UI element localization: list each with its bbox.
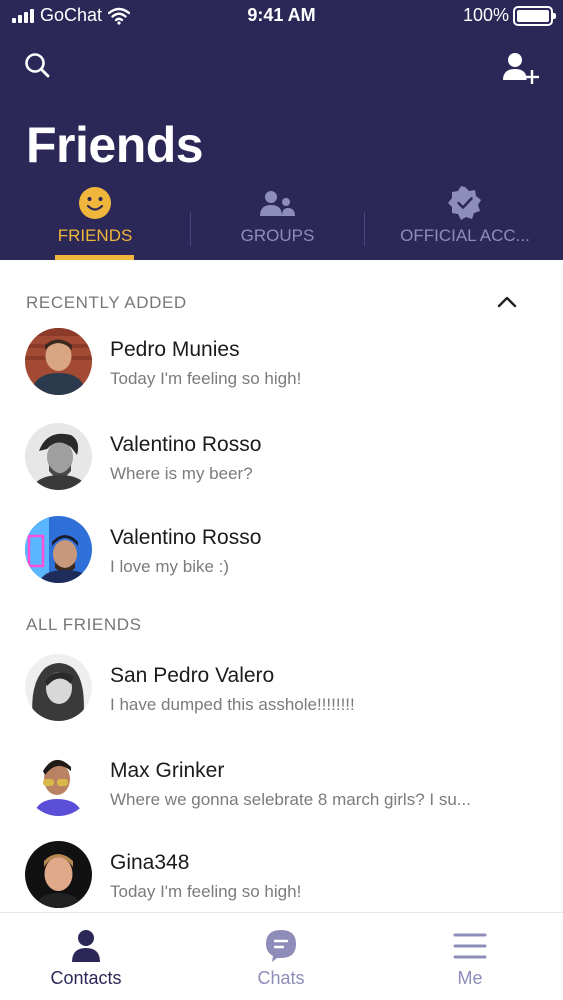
tab-divider <box>364 212 365 246</box>
collapse-section-button[interactable] <box>496 294 518 310</box>
avatar <box>25 841 92 908</box>
avatar <box>25 749 92 816</box>
chat-bubble-icon <box>266 930 296 962</box>
chevron-up-icon <box>497 296 517 308</box>
nav-me-label: Me <box>457 968 483 988</box>
tab-bar: FRIENDS GROUPS OFFICIAL ACC... <box>0 186 563 260</box>
wifi-icon <box>108 7 131 25</box>
tab-groups[interactable]: GROUPS <box>220 186 335 260</box>
section-header-all: ALL FRIENDS <box>26 615 142 634</box>
nav-contacts[interactable]: Contacts <box>16 913 156 1000</box>
contact-row[interactable]: Valentino Rosso I love my bike :) <box>0 506 563 596</box>
status-left: GoChat <box>12 5 131 26</box>
smiley-icon <box>79 187 111 219</box>
menu-icon <box>453 933 487 959</box>
contact-status: Where is my beer? <box>110 464 253 483</box>
section-header-recent: RECENTLY ADDED <box>26 293 187 312</box>
contact-status: I have dumped this asshole!!!!!!!! <box>110 695 355 714</box>
tab-friends[interactable]: FRIENDS <box>40 186 150 260</box>
contact-row[interactable]: Gina348 Today I'm feeling so high! <box>0 831 563 921</box>
add-friend-button[interactable] <box>501 50 541 86</box>
verified-badge-icon <box>448 186 481 220</box>
page-title: Friends <box>26 117 204 173</box>
avatar <box>25 423 92 490</box>
status-bar: GoChat 9:41 AM 100% <box>0 0 563 32</box>
nav-contacts-label: Contacts <box>50 968 122 988</box>
avatar <box>25 516 92 583</box>
add-person-icon <box>503 53 539 84</box>
group-icon <box>259 191 295 216</box>
contact-name: San Pedro Valero <box>110 664 275 687</box>
signal-icon <box>12 8 34 23</box>
nav-chats-label: Chats <box>257 968 305 988</box>
active-tab-indicator <box>55 255 134 260</box>
search-button[interactable] <box>22 50 54 82</box>
contact-status: Today I'm feeling so high! <box>110 369 302 388</box>
contact-row[interactable]: Pedro Munies Today I'm feeling so high! <box>0 318 563 408</box>
contact-row[interactable]: Valentino Rosso Where is my beer? <box>0 413 563 503</box>
contact-status: I love my bike :) <box>110 557 230 576</box>
contact-row[interactable]: Max Grinker Where we gonna selebrate 8 m… <box>0 739 563 829</box>
tab-groups-label: GROUPS <box>240 226 315 245</box>
person-icon <box>72 930 100 962</box>
status-right: 100% <box>462 5 556 26</box>
contact-name: Max Grinker <box>110 759 225 782</box>
nav-chats[interactable]: Chats <box>211 913 351 1000</box>
search-icon <box>25 53 50 78</box>
contact-name: Valentino Rosso <box>110 433 262 456</box>
contact-name: Pedro Munies <box>110 338 240 361</box>
carrier-name: GoChat <box>40 5 103 25</box>
contact-status: Today I'm feeling so high! <box>110 882 302 901</box>
contact-row[interactable]: San Pedro Valero I have dumped this assh… <box>0 644 563 734</box>
tab-official-accounts[interactable]: OFFICIAL ACC... <box>380 186 550 260</box>
avatar <box>25 654 92 721</box>
tab-official-label: OFFICIAL ACC... <box>400 226 530 245</box>
tab-friends-label: FRIENDS <box>57 226 133 245</box>
contact-name: Gina348 <box>110 851 190 874</box>
tab-divider <box>190 212 191 246</box>
nav-me[interactable]: Me <box>400 913 540 1000</box>
header: GoChat 9:41 AM 100% Friends FRIENDS GROU… <box>0 0 563 260</box>
battery-icon <box>513 5 556 26</box>
battery-percent: 100% <box>462 5 509 25</box>
bottom-navigation: Contacts Chats Me <box>0 912 563 1000</box>
contact-status: Where we gonna selebrate 8 march girls? … <box>110 790 471 809</box>
avatar <box>25 328 92 395</box>
contact-name: Valentino Rosso <box>110 526 262 549</box>
